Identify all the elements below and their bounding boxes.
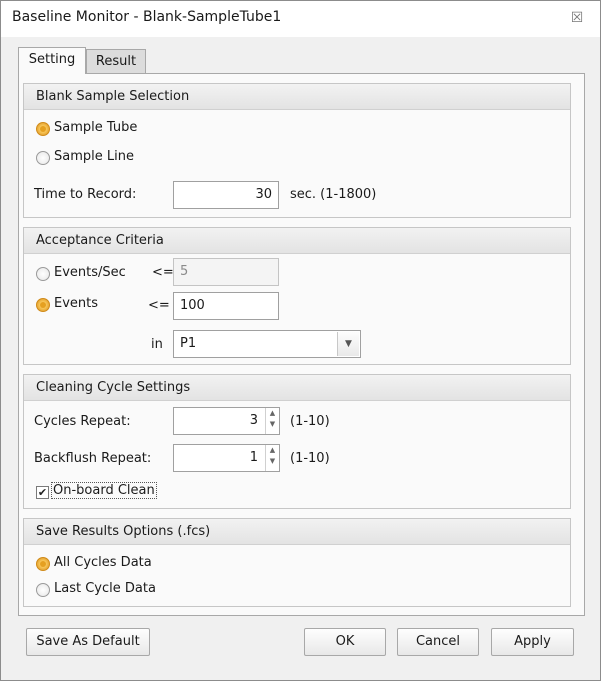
events-op: <= [148, 298, 170, 313]
tab-setting[interactable]: Setting [18, 47, 86, 74]
save-results-header: Save Results Options (.fcs) [24, 519, 570, 545]
population-select-value: P1 [180, 336, 197, 351]
sample-tube-radio[interactable] [36, 122, 50, 136]
title-bar: Baseline Monitor - Blank-SampleTube1 ☒ [1, 1, 600, 37]
all-cycles-radio[interactable] [36, 557, 50, 571]
acceptance-criteria-header: Acceptance Criteria [24, 228, 570, 254]
backflush-repeat-spinner[interactable]: ▲ ▼ [265, 445, 279, 471]
close-icon[interactable]: ☒ [568, 9, 586, 27]
onboard-clean-checkbox[interactable]: ✔ [36, 486, 49, 499]
blank-sample-header: Blank Sample Selection [24, 84, 570, 110]
events-radio[interactable] [36, 298, 50, 312]
cycles-repeat-spinner[interactable]: ▲ ▼ [265, 408, 279, 434]
dialog-window: Baseline Monitor - Blank-SampleTube1 ☒ S… [0, 0, 601, 681]
last-cycle-label: Last Cycle Data [54, 581, 156, 596]
backflush-range-label: (1-10) [290, 451, 330, 466]
sample-tube-label: Sample Tube [54, 120, 138, 135]
chevron-down-icon[interactable]: ▼ [266, 419, 279, 430]
time-unit-label: sec. (1-1800) [290, 187, 377, 202]
window-title: Baseline Monitor - Blank-SampleTube1 [12, 9, 282, 25]
save-as-default-button[interactable]: Save As Default [26, 628, 150, 656]
events-label: Events [54, 296, 99, 311]
last-cycle-radio[interactable] [36, 583, 50, 597]
checkmark-icon: ✔ [37, 486, 48, 499]
chevron-down-icon[interactable]: ▼ [266, 456, 279, 467]
ok-button[interactable]: OK [304, 628, 386, 656]
tab-result-label: Result [95, 54, 137, 69]
sample-line-label: Sample Line [54, 149, 134, 164]
cycles-repeat-label: Cycles Repeat: [34, 414, 131, 429]
apply-button[interactable]: Apply [491, 628, 574, 656]
acceptance-criteria-group: Acceptance Criteria Events/Sec <= 5 Even… [23, 227, 571, 365]
all-cycles-label: All Cycles Data [54, 555, 152, 570]
in-label: in [151, 337, 163, 352]
backflush-repeat-label: Backflush Repeat: [34, 451, 152, 466]
events-per-sec-op: <= [152, 265, 174, 280]
events-input[interactable]: 100 [173, 292, 279, 320]
cycles-repeat-value: 3 [249, 413, 258, 428]
backflush-repeat-value: 1 [249, 450, 258, 465]
backflush-repeat-stepper[interactable]: 1 ▲ ▼ [173, 444, 280, 472]
chevron-up-icon[interactable]: ▲ [266, 445, 279, 456]
cycles-repeat-stepper[interactable]: 3 ▲ ▼ [173, 407, 280, 435]
cleaning-cycle-group: Cleaning Cycle Settings Cycles Repeat: 3… [23, 374, 571, 509]
time-to-record-label: Time to Record: [34, 187, 137, 202]
events-per-sec-radio[interactable] [36, 267, 50, 281]
blank-sample-group: Blank Sample Selection Sample Tube Sampl… [23, 83, 571, 218]
onboard-clean-label: On-board Clean [51, 482, 157, 499]
cycles-range-label: (1-10) [290, 414, 330, 429]
time-to-record-input[interactable]: 30 [173, 181, 279, 209]
tab-setting-label: Setting [28, 52, 76, 67]
events-per-sec-input[interactable]: 5 [173, 258, 279, 286]
population-select[interactable]: P1 ▼ [173, 330, 361, 358]
save-results-group: Save Results Options (.fcs) All Cycles D… [23, 518, 571, 607]
sample-line-radio[interactable] [36, 151, 50, 165]
cancel-button[interactable]: Cancel [397, 628, 479, 656]
tab-result[interactable]: Result [86, 49, 146, 73]
dropdown-arrow-icon[interactable]: ▼ [337, 332, 359, 356]
events-per-sec-label: Events/Sec [54, 265, 126, 280]
chevron-up-icon[interactable]: ▲ [266, 408, 279, 419]
cleaning-cycle-header: Cleaning Cycle Settings [24, 375, 570, 401]
